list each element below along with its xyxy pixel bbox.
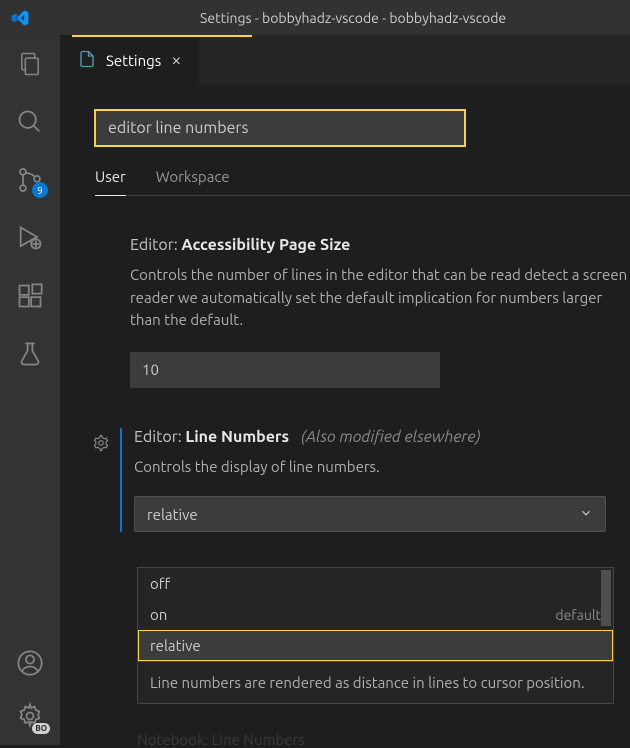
scm-badge: 9 bbox=[32, 182, 48, 198]
tab-settings[interactable]: Settings × bbox=[60, 35, 199, 85]
explorer-icon[interactable] bbox=[16, 50, 44, 78]
settings-file-icon bbox=[78, 50, 96, 71]
run-debug-icon[interactable] bbox=[16, 224, 44, 252]
option-relative[interactable]: relative bbox=[138, 630, 613, 661]
vscode-logo-icon bbox=[10, 8, 30, 28]
scope-user-tab[interactable]: User bbox=[95, 168, 126, 196]
dropdown-scrollbar[interactable] bbox=[601, 570, 611, 626]
modified-elsewhere-note: (Also modified elsewhere) bbox=[301, 428, 481, 446]
next-setting-peek: Notebook: Line Numbers bbox=[137, 731, 305, 748]
option-on[interactable]: on default bbox=[138, 599, 613, 630]
scope-workspace-tab[interactable]: Workspace bbox=[156, 168, 230, 196]
settings-content: editor line numbers User Workspace Edito… bbox=[60, 85, 630, 532]
tab-activity-indicator bbox=[72, 35, 252, 37]
setting-description: Controls the number of lines in the edit… bbox=[130, 264, 630, 332]
setting-accessibility-page-size: Editor: Accessibility Page Size Controls… bbox=[95, 236, 630, 388]
setting-title: Editor: Accessibility Page Size bbox=[130, 236, 630, 254]
gear-icon[interactable] bbox=[92, 434, 110, 456]
title-bar: Settings - bobbyhadz-vscode - bobbyhadz-… bbox=[0, 0, 630, 35]
line-numbers-dropdown: off on default relative Line numbers are… bbox=[137, 567, 614, 704]
settings-badge: BO bbox=[32, 723, 50, 734]
option-off[interactable]: off bbox=[138, 568, 613, 599]
default-indicator: default bbox=[555, 607, 601, 623]
tab-bar: Settings × bbox=[60, 35, 630, 85]
testing-icon[interactable] bbox=[16, 340, 44, 368]
activity-bar: 9 BO bbox=[0, 35, 60, 745]
accessibility-page-size-input[interactable]: 10 bbox=[130, 352, 440, 388]
tab-label: Settings bbox=[106, 52, 161, 69]
option-description: Line numbers are rendered as distance in… bbox=[138, 661, 613, 703]
setting-description: Controls the display of line numbers. bbox=[134, 456, 630, 479]
scope-tabs: User Workspace bbox=[95, 168, 630, 196]
accounts-icon[interactable] bbox=[16, 649, 44, 677]
search-icon[interactable] bbox=[16, 108, 44, 136]
settings-gear-icon[interactable]: BO bbox=[16, 702, 44, 730]
source-control-icon[interactable]: 9 bbox=[16, 166, 44, 194]
extensions-icon[interactable] bbox=[16, 282, 44, 310]
close-icon[interactable]: × bbox=[171, 50, 181, 70]
chevron-down-icon bbox=[579, 506, 593, 523]
window-title: Settings - bobbyhadz-vscode - bobbyhadz-… bbox=[200, 10, 506, 26]
line-numbers-select[interactable]: relative bbox=[134, 496, 606, 532]
setting-line-numbers: Editor: Line Numbers (Also modified else… bbox=[120, 428, 630, 533]
settings-search-input[interactable]: editor line numbers bbox=[95, 110, 465, 146]
setting-title: Editor: Line Numbers (Also modified else… bbox=[134, 428, 630, 446]
